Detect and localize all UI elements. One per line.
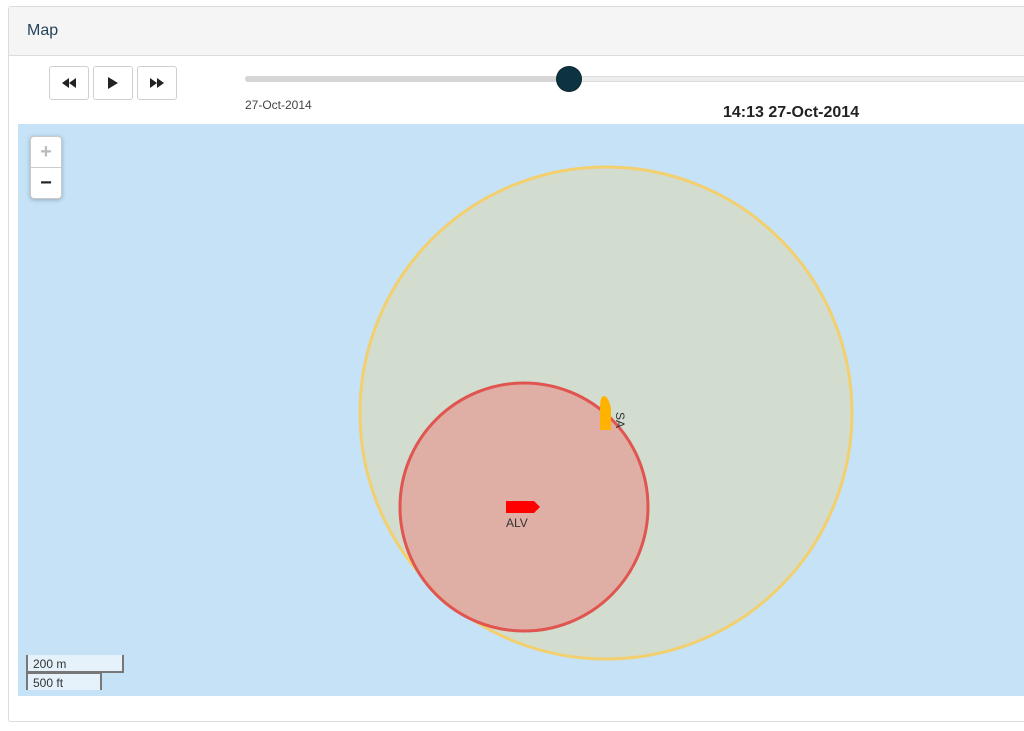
zoom-out-button[interactable]: − [31, 167, 61, 198]
play-icon [108, 77, 118, 89]
fast-forward-icon [150, 78, 164, 88]
alv-vessel-label: ALV [506, 516, 528, 530]
panel-header: Map [9, 7, 1024, 56]
scale-imperial: 500 ft [26, 672, 102, 690]
timeline-slider[interactable] [245, 67, 1024, 91]
timeline-start-date: 27-Oct-2014 [245, 98, 312, 112]
play-button[interactable] [93, 66, 133, 100]
zoom-control: + − [30, 136, 62, 199]
slider-handle[interactable] [557, 67, 581, 91]
alv-vessel-marker [506, 501, 540, 513]
zoom-in-button[interactable]: + [31, 137, 61, 167]
fast-forward-button[interactable] [137, 66, 177, 100]
slider-fill [245, 76, 569, 82]
map-view[interactable]: ALV SA + − 200 m 500 ft [18, 124, 1024, 696]
panel-title: Map [27, 22, 59, 39]
current-time-display: 14:13 27-Oct-2014 [723, 104, 860, 121]
scale-metric: 200 m [26, 655, 124, 673]
rewind-button[interactable] [49, 66, 89, 100]
playback-controls [49, 66, 177, 100]
sa-vessel-label: SA [613, 412, 627, 428]
rewind-icon [62, 78, 76, 88]
map-scale: 200 m 500 ft [26, 655, 124, 690]
map-canvas[interactable]: ALV SA [18, 124, 1024, 696]
